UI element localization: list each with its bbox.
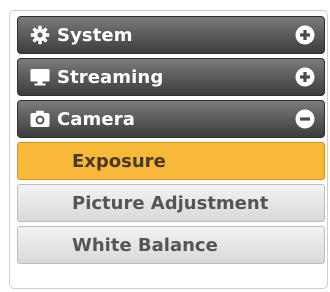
minus-circle-icon[interactable] xyxy=(295,109,315,129)
monitor-icon xyxy=(29,66,51,88)
menu-header-label: Camera xyxy=(57,108,135,130)
plus-circle-icon[interactable] xyxy=(295,25,315,45)
submenu-item-picture-adjustment[interactable]: Picture Adjustment xyxy=(17,184,325,222)
menu-header-camera[interactable]: Camera xyxy=(17,100,325,138)
menu-header-system[interactable]: System xyxy=(17,16,325,54)
settings-menu: System Streaming Camera Exposure Picture… xyxy=(17,16,325,268)
submenu-item-label: White Balance xyxy=(72,234,218,256)
plus-circle-icon[interactable] xyxy=(295,67,315,87)
menu-header-label: Streaming xyxy=(57,66,164,88)
menu-header-label: System xyxy=(57,24,133,46)
submenu-item-exposure[interactable]: Exposure xyxy=(17,142,325,180)
submenu-item-label: Exposure xyxy=(72,150,166,172)
camera-icon xyxy=(29,108,51,130)
submenu-item-white-balance[interactable]: White Balance xyxy=(17,226,325,264)
menu-header-streaming[interactable]: Streaming xyxy=(17,58,325,96)
gear-icon xyxy=(29,24,51,46)
submenu-item-label: Picture Adjustment xyxy=(72,192,269,214)
